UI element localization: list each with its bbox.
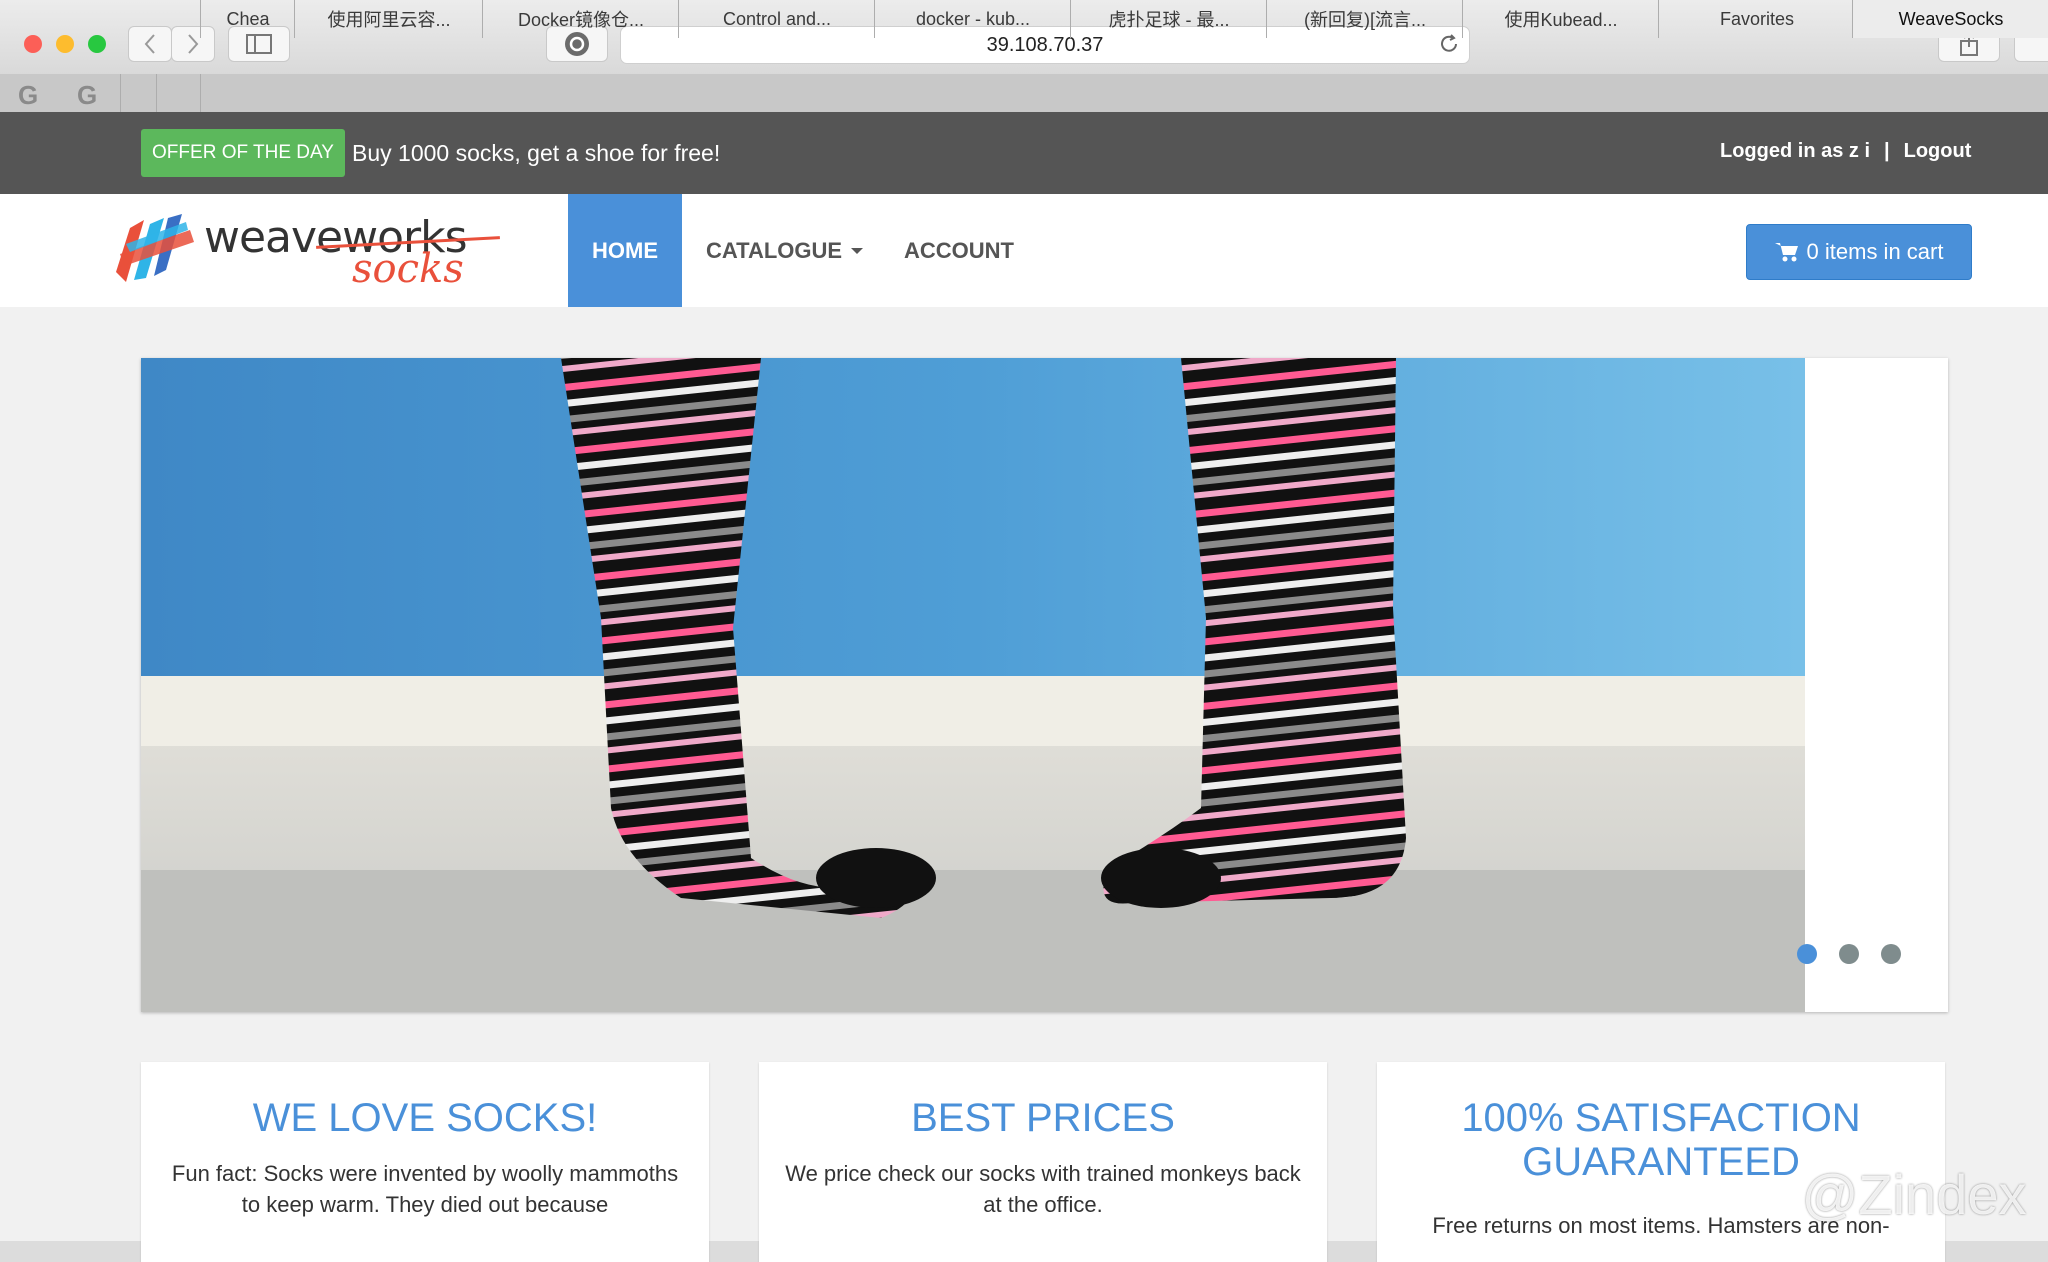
socks-photo <box>141 358 1805 1012</box>
shopping-cart-icon <box>1774 243 1798 262</box>
nav-home[interactable]: HOME <box>568 194 682 307</box>
chevron-left-icon <box>144 34 155 54</box>
browser-tab[interactable]: 使用Kubead... <box>1462 0 1659 38</box>
browser-tab[interactable]: Favorites <box>1658 0 1855 38</box>
minimize-window-button[interactable] <box>56 35 74 53</box>
logged-in-label: Logged in as z i <box>1720 139 1871 162</box>
nav-catalogue[interactable]: CATALOGUE <box>706 194 864 307</box>
caret-down-icon <box>851 247 864 254</box>
browser-tab[interactable]: Docker镜像仓... <box>482 0 679 38</box>
feature-title: BEST PRICES <box>911 1096 1175 1140</box>
browser-tab[interactable]: Control and... <box>678 0 875 38</box>
google-icon[interactable]: G <box>77 80 97 111</box>
logout-link[interactable]: Logout <box>1904 140 1972 163</box>
offer-of-the-day-button[interactable]: OFFER OF THE DAY <box>141 129 345 177</box>
google-icon[interactable]: G <box>18 80 38 111</box>
watermark: @Zindex <box>1720 1162 2027 1227</box>
tab-divider <box>156 74 157 112</box>
back-button[interactable] <box>128 26 172 62</box>
browser-tab-label: docker - kub... <box>915 8 1031 29</box>
browser-tab-label: Favorites <box>1719 8 1795 29</box>
browser-tab-label: WeaveSocks <box>1898 8 2004 29</box>
cart-label: 0 items in cart <box>1806 239 1944 264</box>
carousel-dot-1[interactable] <box>1797 944 1817 964</box>
feature-text: Fun fact: Socks were invented by woolly … <box>171 1161 679 1217</box>
chevron-right-icon <box>188 34 199 54</box>
logo-mark-icon <box>116 214 194 282</box>
browser-tab[interactable]: 虎扑足球 - 最... <box>1070 0 1267 38</box>
browser-tab-label: Docker镜像仓... <box>517 10 645 30</box>
feature-box-prices: BEST PRICES We price check our socks wit… <box>759 1062 1327 1262</box>
offer-text: Buy 1000 socks, get a shoe for free! <box>352 139 721 166</box>
feature-text: We price check our socks with trained mo… <box>785 1161 1301 1217</box>
browser-tab[interactable]: (新回复)[流言... <box>1266 0 1463 38</box>
login-info: Logged in as z i | Logout <box>1720 129 1971 173</box>
separator: | <box>1884 139 1890 162</box>
browser-tab[interactable]: docker - kub... <box>874 0 1071 38</box>
watermark-text: @Zindex <box>1801 1163 2027 1226</box>
nav-account[interactable]: ACCOUNT <box>904 194 1014 307</box>
carousel-dot-2[interactable] <box>1839 944 1859 964</box>
feature-box-socks: WE LOVE SOCKS! Fun fact: Socks were inve… <box>141 1062 709 1262</box>
tab-divider <box>120 74 121 112</box>
close-window-button[interactable] <box>24 35 42 53</box>
browser-tab-label: Control and... <box>722 8 832 29</box>
browser-tab-label: 使用阿里云容... <box>327 10 451 30</box>
tab-divider <box>200 74 201 112</box>
browser-tab-label: Chea <box>226 8 270 29</box>
cart-button[interactable]: 0 items in cart <box>1746 224 1972 280</box>
browser-tab-label: 虎扑足球 - 最... <box>1108 10 1230 30</box>
weaveworks-socks-logo[interactable]: weaveworks socks <box>116 208 506 294</box>
browser-tab-label: (新回复)[流言... <box>1304 10 1426 30</box>
feature-title: WE LOVE SOCKS! <box>252 1096 598 1140</box>
tab-bar <box>0 74 2048 113</box>
nav-catalogue-label: CATALOGUE <box>706 237 843 263</box>
browser-tab[interactable]: 使用阿里云容... <box>294 0 483 38</box>
carousel-slide-image <box>141 358 1805 1012</box>
maximize-window-button[interactable] <box>88 35 106 53</box>
browser-tab[interactable]: WeaveSocks <box>1852 0 2048 38</box>
carousel-dot-3[interactable] <box>1881 944 1901 964</box>
weibo-icon <box>1722 1185 1774 1222</box>
browser-tab[interactable]: Chea <box>200 0 295 38</box>
logo-word-socks: socks <box>352 246 464 292</box>
browser-tab-label: 使用Kubead... <box>1504 10 1618 30</box>
